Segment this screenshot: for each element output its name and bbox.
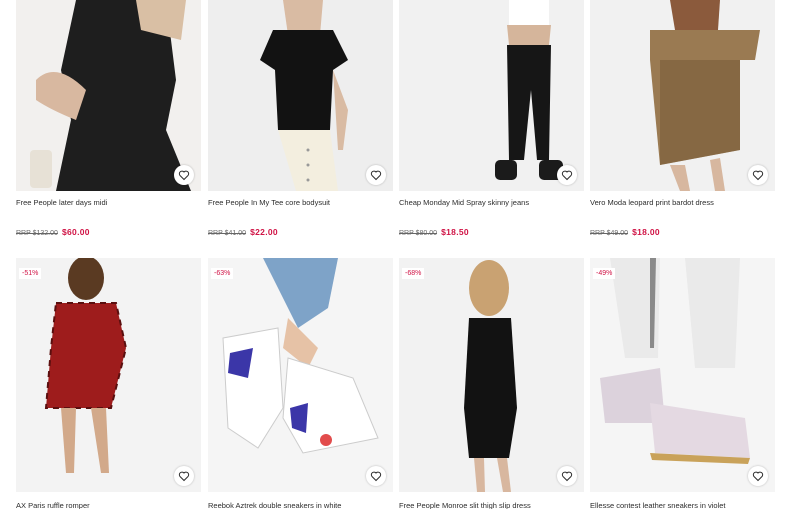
product-title[interactable]: Free People Monroe slit thigh slip dress	[399, 501, 531, 509]
save-for-later-button[interactable]	[174, 466, 194, 486]
product-title[interactable]: Free People In My Tee core bodysuit	[208, 198, 330, 208]
product-title[interactable]: Reebok Aztrek double sneakers in white	[208, 501, 341, 509]
product-image[interactable]: -68%	[399, 258, 584, 492]
heart-icon	[561, 471, 573, 482]
product-image[interactable]	[16, 0, 201, 191]
product-image[interactable]	[590, 0, 775, 191]
save-for-later-button[interactable]	[174, 165, 194, 185]
save-for-later-button[interactable]	[557, 165, 577, 185]
rrp-price: RRP $132.00	[16, 230, 58, 237]
sale-price: $18.50	[441, 227, 469, 237]
product-price: RRP $49.00 $18.00	[590, 227, 660, 239]
product-image[interactable]	[208, 0, 393, 191]
heart-icon	[370, 170, 382, 181]
product-title[interactable]: Cheap Monday Mid Spray skinny jeans	[399, 198, 529, 208]
rrp-price: RRP $49.00	[590, 230, 629, 237]
discount-badge: -51%	[19, 268, 42, 279]
product-card[interactable]: -49% Ellesse contest leather sneakers in…	[590, 258, 775, 509]
product-card[interactable]: Free People In My Tee core bodysuit RRP …	[208, 0, 393, 240]
product-image[interactable]	[399, 0, 584, 191]
product-image[interactable]: -51%	[16, 258, 201, 492]
heart-icon	[370, 471, 382, 482]
product-image[interactable]: -49%	[590, 258, 775, 492]
save-for-later-button[interactable]	[557, 466, 577, 486]
product-title[interactable]: Free People later days midi	[16, 198, 107, 208]
discount-badge: -49%	[593, 268, 616, 279]
product-price: RRP $132.00 $60.00	[16, 227, 90, 239]
product-card[interactable]: Vero Moda leopard print bardot dress RRP…	[590, 0, 775, 240]
product-image[interactable]: -63%	[208, 258, 393, 492]
heart-icon	[752, 471, 764, 482]
sale-price: $18.00	[632, 227, 660, 237]
product-price: RRP $80.00 $18.50	[399, 227, 469, 239]
rrp-price: RRP $41.00	[208, 230, 247, 237]
heart-icon	[561, 170, 573, 181]
product-card[interactable]: Free People later days midi RRP $132.00 …	[16, 0, 201, 240]
save-for-later-button[interactable]	[748, 165, 768, 185]
discount-badge: -68%	[402, 268, 425, 279]
heart-icon	[178, 471, 190, 482]
heart-icon	[178, 170, 190, 181]
product-card[interactable]: Cheap Monday Mid Spray skinny jeans RRP …	[399, 0, 584, 240]
product-card[interactable]: -63% Reebok Aztrek double sneakers in wh…	[208, 258, 393, 509]
product-title[interactable]: Ellesse contest leather sneakers in viol…	[590, 501, 726, 509]
discount-badge: -63%	[211, 268, 234, 279]
sale-price: $60.00	[62, 227, 90, 237]
product-title[interactable]: AX Paris ruffle romper	[16, 501, 90, 509]
product-card[interactable]: -68% Free People Monroe slit thigh slip …	[399, 258, 584, 509]
heart-icon	[752, 170, 764, 181]
save-for-later-button[interactable]	[366, 165, 386, 185]
sale-price: $22.00	[250, 227, 278, 237]
product-price: RRP $41.00 $22.00	[208, 227, 278, 239]
rrp-price: RRP $80.00	[399, 230, 438, 237]
product-grid: Free People later days midi RRP $132.00 …	[0, 0, 800, 509]
save-for-later-button[interactable]	[748, 466, 768, 486]
product-card[interactable]: -51% AX Paris ruffle romper	[16, 258, 201, 509]
save-for-later-button[interactable]	[366, 466, 386, 486]
product-title[interactable]: Vero Moda leopard print bardot dress	[590, 198, 714, 208]
